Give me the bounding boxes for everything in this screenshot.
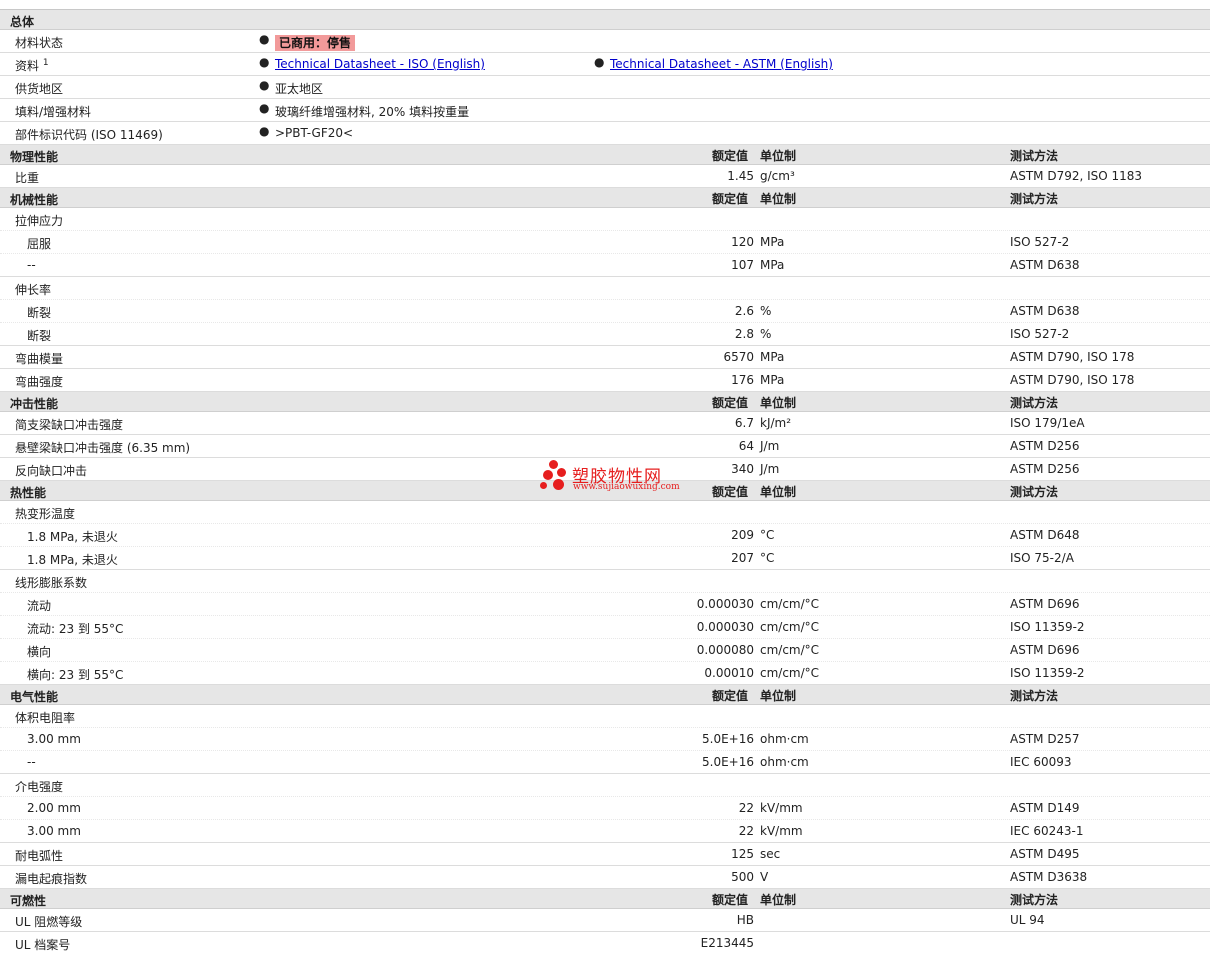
table-row: 1.8 MPa, 未退火 207 °C ISO 75-2/A xyxy=(0,547,1210,570)
unit-header: 单位制 xyxy=(760,893,797,907)
general-row-part-code: 部件标识代码 (ISO 11469) ● >PBT-GF20< xyxy=(0,122,1210,145)
section-title: 总体 xyxy=(10,15,35,29)
value-header: 额定值 xyxy=(712,485,749,499)
section-title: 物理性能 xyxy=(10,150,59,164)
watermark-url: www.sujiaowuxing.com xyxy=(573,482,680,492)
unit-header: 单位制 xyxy=(760,149,797,163)
table-row: 悬壁梁缺口冲击强度 (6.35 mm) 64 J/m ASTM D256 xyxy=(0,435,1210,458)
general-row-filler: 填料/增强材料 ● 玻璃纤维增强材料, 20% 填料按重量 xyxy=(0,99,1210,122)
table-row: UL 阻燃等级 HB UL 94 xyxy=(0,909,1210,932)
table-row: 断裂 2.8 % ISO 527-2 xyxy=(0,323,1210,346)
section-impact-header: 冲击性能 额定值 单位制 测试方法 xyxy=(0,392,1210,412)
section-title: 热性能 xyxy=(10,486,47,500)
bullet-icon: ● xyxy=(259,78,270,92)
row-label: 材料状态 xyxy=(15,36,64,50)
bullet-icon: ● xyxy=(259,32,270,46)
table-row: 横向 0.000080 cm/cm/°C ASTM D696 xyxy=(0,639,1210,662)
unit-header: 单位制 xyxy=(760,396,797,410)
bullet-icon: ● xyxy=(594,55,605,69)
value-header: 额定值 xyxy=(712,689,749,703)
bullet-icon: ● xyxy=(259,124,270,138)
general-row-status: 材料状态 ● 已商用：停售 xyxy=(0,30,1210,53)
table-row: 耐电弧性 125 sec ASTM D495 xyxy=(0,843,1210,866)
section-title: 可燃性 xyxy=(10,894,47,908)
table-row: 弯曲模量 6570 MPa ASTM D790, ISO 178 xyxy=(0,346,1210,369)
table-row: 流动 0.000030 cm/cm/°C ASTM D696 xyxy=(0,593,1210,616)
group-label-row: 热变形温度 xyxy=(0,501,1210,524)
value-header: 额定值 xyxy=(712,149,749,163)
group-label-row: 拉伸应力 xyxy=(0,208,1210,231)
table-row: 2.00 mm 22 kV/mm ASTM D149 xyxy=(0,797,1210,820)
group-label-row: 伸长率 xyxy=(0,277,1210,300)
table-row: 屈服 120 MPa ISO 527-2 xyxy=(0,231,1210,254)
table-row: 比重 1.45 g/cm³ ASTM D792, ISO 1183 xyxy=(0,165,1210,188)
method-header: 测试方法 xyxy=(1010,689,1059,703)
row-label: 资料 1 xyxy=(15,58,49,73)
section-title: 冲击性能 xyxy=(10,397,59,411)
section-electrical-header: 电气性能 额定值 单位制 测试方法 xyxy=(0,685,1210,705)
table-row: 弯曲强度 176 MPa ASTM D790, ISO 178 xyxy=(0,369,1210,392)
unit-header: 单位制 xyxy=(760,485,797,499)
unit-header: 单位制 xyxy=(760,689,797,703)
table-row: -- 5.0E+16 ohm·cm IEC 60093 xyxy=(0,751,1210,774)
section-mechanical-header: 机械性能 额定值 单位制 测试方法 xyxy=(0,188,1210,208)
section-title: 机械性能 xyxy=(10,193,59,207)
method-header: 测试方法 xyxy=(1010,192,1059,206)
row-value: >PBT-GF20< xyxy=(275,126,354,140)
group-label-row: 体积电阻率 xyxy=(0,705,1210,728)
table-row: 1.8 MPa, 未退火 209 °C ASTM D648 xyxy=(0,524,1210,547)
watermark-logo-icon xyxy=(540,460,570,494)
table-row: -- 107 MPa ASTM D638 xyxy=(0,254,1210,277)
table-row: 流动: 23 到 55°C 0.000030 cm/cm/°C ISO 1135… xyxy=(0,616,1210,639)
section-general-header: 总体 xyxy=(0,10,1210,30)
row-value: 亚太地区 xyxy=(275,82,324,96)
method-header: 测试方法 xyxy=(1010,396,1059,410)
bullet-icon: ● xyxy=(259,101,270,115)
unit-header: 单位制 xyxy=(760,192,797,206)
group-label-row: 介电强度 xyxy=(0,774,1210,797)
section-physical-header: 物理性能 额定值 单位制 测试方法 xyxy=(0,145,1210,165)
iso-datasheet-link[interactable]: Technical Datasheet - ISO (English) xyxy=(275,57,485,71)
general-row-docs: 资料 1 ● Technical Datasheet - ISO (Englis… xyxy=(0,53,1210,76)
general-row-region: 供货地区 ● 亚太地区 xyxy=(0,76,1210,99)
table-row: 简支梁缺口冲击强度 6.7 kJ/m² ISO 179/1eA xyxy=(0,412,1210,435)
table-row: 3.00 mm 22 kV/mm IEC 60243-1 xyxy=(0,820,1210,843)
section-title: 电气性能 xyxy=(10,690,59,704)
table-row: 断裂 2.6 % ASTM D638 xyxy=(0,300,1210,323)
value-header: 额定值 xyxy=(712,192,749,206)
method-header: 测试方法 xyxy=(1010,893,1059,907)
method-header: 测试方法 xyxy=(1010,149,1059,163)
table-row: 横向: 23 到 55°C 0.00010 cm/cm/°C ISO 11359… xyxy=(0,662,1210,685)
group-label-row: 线形膨胀系数 xyxy=(0,570,1210,593)
section-flammability-header: 可燃性 额定值 单位制 测试方法 xyxy=(0,889,1210,909)
method-header: 测试方法 xyxy=(1010,485,1059,499)
bullet-icon: ● xyxy=(259,55,270,69)
table-row: UL 档案号 E213445 xyxy=(15,936,754,952)
astm-datasheet-link[interactable]: Technical Datasheet - ASTM (English) xyxy=(610,57,833,71)
value-header: 额定值 xyxy=(712,396,749,410)
top-divider xyxy=(0,0,1210,10)
watermark: 塑胶物性网 www.sujiaowuxing.com xyxy=(540,460,680,496)
row-label: 填料/增强材料 xyxy=(15,105,92,119)
row-label: 供货地区 xyxy=(15,82,64,96)
row-value: 玻璃纤维增强材料, 20% 填料按重量 xyxy=(275,105,470,119)
table-row: 漏电起痕指数 500 V ASTM D3638 xyxy=(0,866,1210,889)
table-row: 3.00 mm 5.0E+16 ohm·cm ASTM D257 xyxy=(0,728,1210,751)
row-label: 部件标识代码 (ISO 11469) xyxy=(15,128,163,142)
status-badge: 已商用：停售 xyxy=(275,34,356,51)
value-header: 额定值 xyxy=(712,893,749,907)
